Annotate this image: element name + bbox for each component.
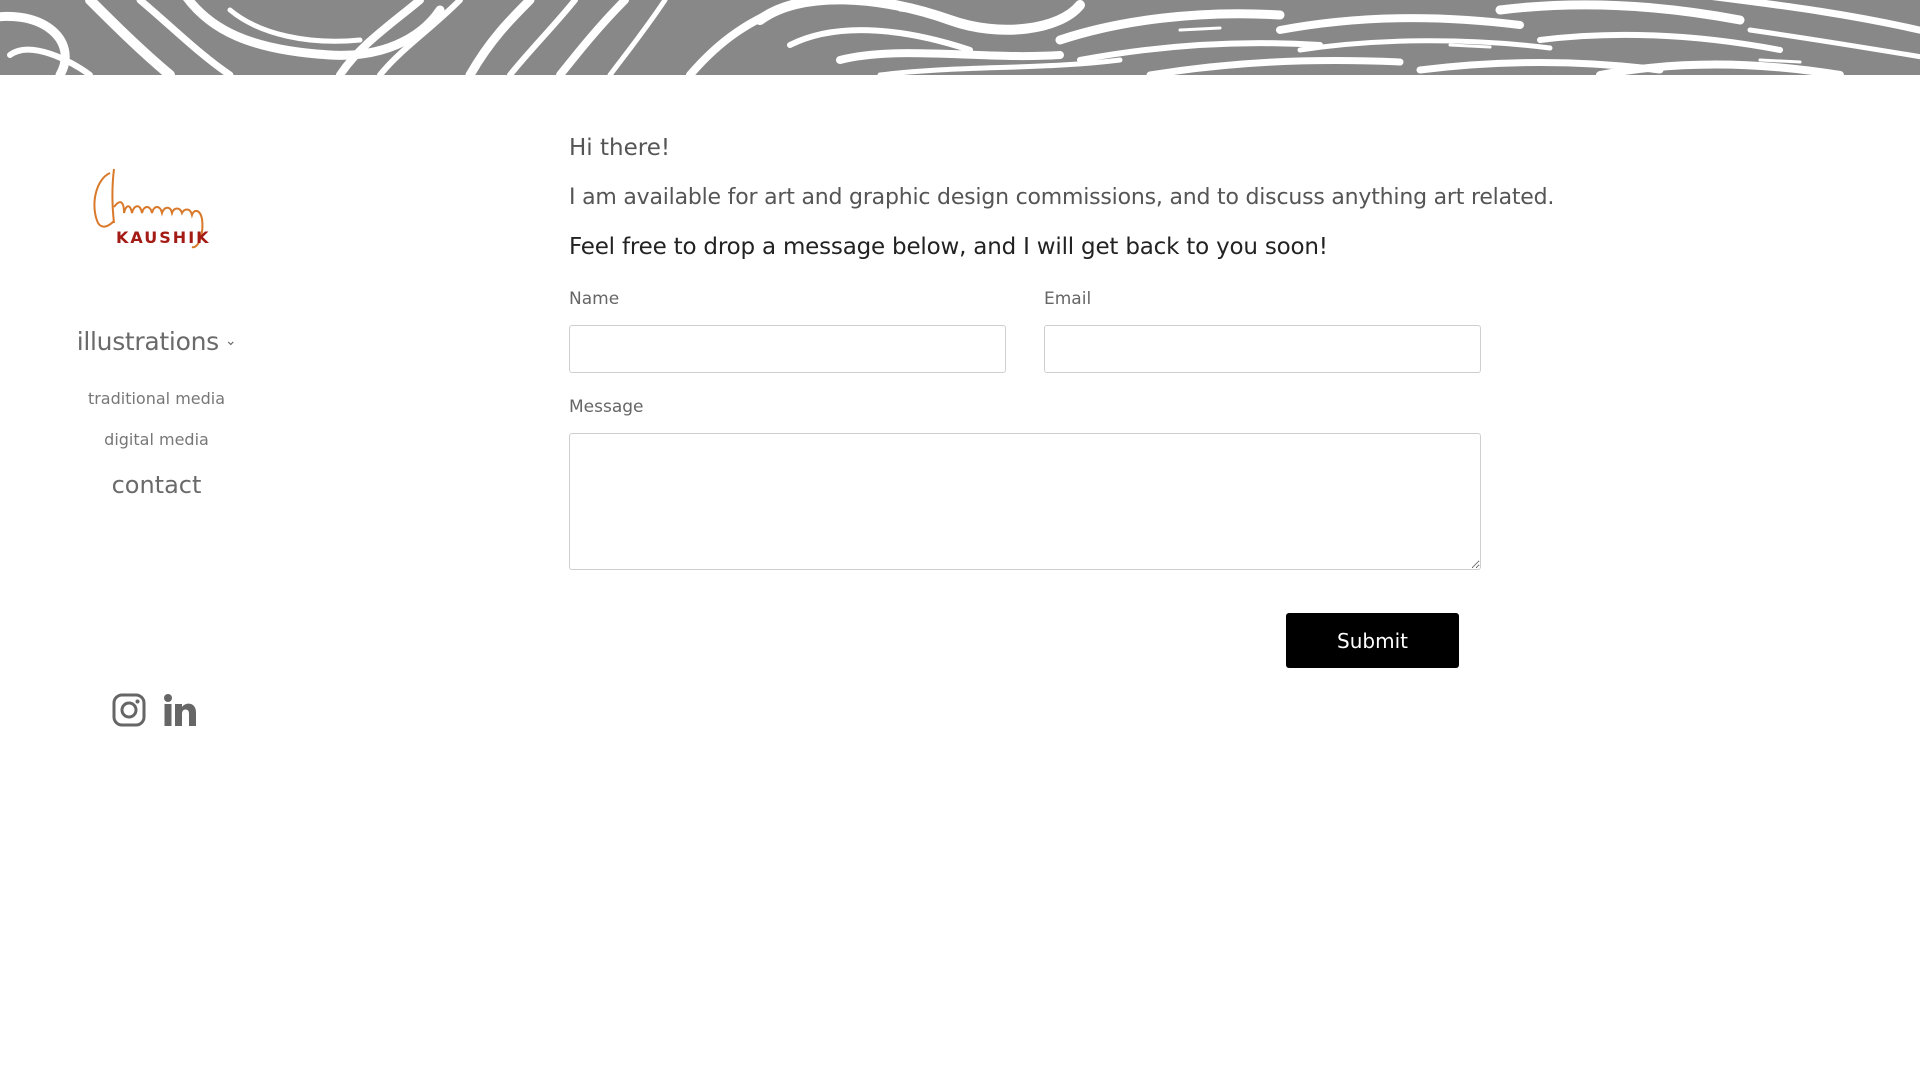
logo-caps-text: KAUSHIK (116, 228, 211, 247)
nav-contact[interactable]: contact (0, 471, 313, 499)
instagram-icon[interactable] (112, 693, 146, 727)
page: KAUSHIK illustrations ⌄ traditional media… (0, 0, 1920, 1080)
header-banner (0, 0, 1920, 75)
linkedin-icon[interactable] (163, 693, 197, 727)
submit-button[interactable]: Submit (1286, 613, 1459, 668)
message-label: Message (569, 397, 644, 417)
social-links (112, 693, 197, 727)
name-field[interactable] (569, 325, 1006, 373)
nav-digital-media[interactable]: digital media (0, 430, 313, 449)
site-logo[interactable]: KAUSHIK (88, 165, 238, 255)
nav-illustrations[interactable]: illustrations ⌄ (0, 327, 313, 356)
intro-text: I am available for art and graphic desig… (569, 185, 1555, 210)
name-label: Name (569, 289, 620, 309)
nav-illustrations-label: illustrations (76, 327, 219, 356)
email-label: Email (1044, 289, 1092, 309)
message-field[interactable] (569, 433, 1481, 570)
email-field[interactable] (1044, 325, 1481, 373)
greeting-text: Hi there! (569, 135, 671, 161)
nav-traditional-media[interactable]: traditional media (0, 389, 313, 408)
cta-text: Feel free to drop a message below, and I… (569, 234, 1328, 260)
chevron-down-icon: ⌄ (224, 333, 237, 349)
